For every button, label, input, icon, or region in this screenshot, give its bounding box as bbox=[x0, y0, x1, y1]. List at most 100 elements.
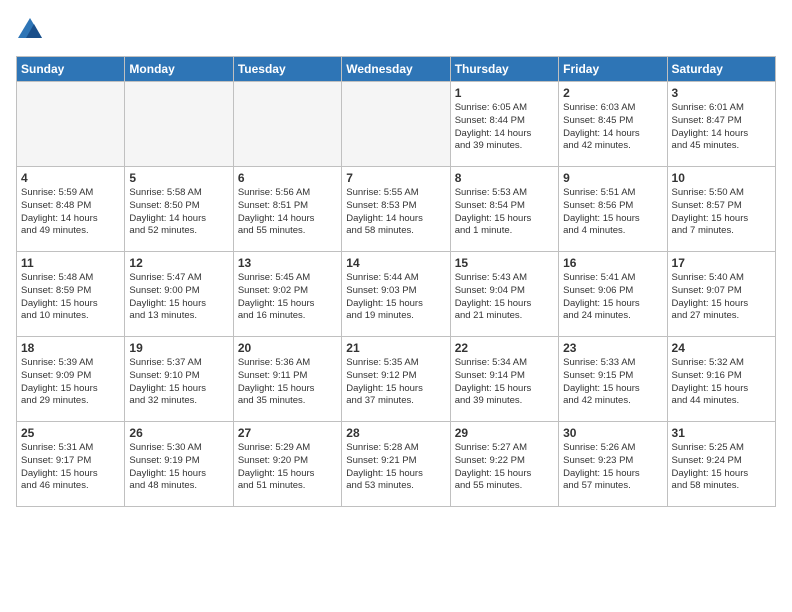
day-number: 13 bbox=[238, 256, 337, 270]
calendar-cell: 28Sunrise: 5:28 AM Sunset: 9:21 PM Dayli… bbox=[342, 422, 450, 507]
logo bbox=[16, 16, 48, 44]
calendar-cell: 13 Sunrise: 5:45 AM Sunset: 9:02 PM Dayli… bbox=[233, 252, 341, 337]
day-info: Sunrise: 5:25 AM Sunset: 9:24 PM Dayligh… bbox=[672, 442, 771, 493]
day-info: Sunrise: 6:05 AM Sunset: 8:44 PM Dayligh… bbox=[455, 102, 554, 153]
weekday-header-friday: Friday bbox=[559, 57, 667, 82]
calendar-cell: 1 Sunrise: 6:05 AM Sunset: 8:44 PM Daylig… bbox=[450, 82, 558, 167]
day-number: 4 bbox=[21, 171, 120, 185]
day-info: Sunrise: 5:39 AM Sunset: 9:09 PM Dayligh… bbox=[21, 357, 120, 408]
day-info: Sunrise: 5:41 AM Sunset: 9:06 PM Dayligh… bbox=[563, 272, 662, 323]
day-info: Sunrise: 5:36 AM Sunset: 9:11 PM Dayligh… bbox=[238, 357, 337, 408]
weekday-header-sunday: Sunday bbox=[17, 57, 125, 82]
day-info: Sunrise: 5:37 AM Sunset: 9:10 PM Dayligh… bbox=[129, 357, 228, 408]
calendar-cell: 29Sunrise: 5:27 AM Sunset: 9:22 PM Dayli… bbox=[450, 422, 558, 507]
calendar-cell: 19 Sunrise: 5:37 AM Sunset: 9:10 PM Dayli… bbox=[125, 337, 233, 422]
day-info: Sunrise: 5:50 AM Sunset: 8:57 PM Dayligh… bbox=[672, 187, 771, 238]
day-number: 5 bbox=[129, 171, 228, 185]
calendar-cell: 15 Sunrise: 5:43 AM Sunset: 9:04 PM Dayli… bbox=[450, 252, 558, 337]
day-info: Sunrise: 5:43 AM Sunset: 9:04 PM Dayligh… bbox=[455, 272, 554, 323]
calendar-cell: 12 Sunrise: 5:47 AM Sunset: 9:00 PM Dayli… bbox=[125, 252, 233, 337]
calendar-cell: 27Sunrise: 5:29 AM Sunset: 9:20 PM Dayli… bbox=[233, 422, 341, 507]
day-number: 16 bbox=[563, 256, 662, 270]
calendar-cell: 24Sunrise: 5:32 AM Sunset: 9:16 PM Dayli… bbox=[667, 337, 775, 422]
calendar-cell: 9 Sunrise: 5:51 AM Sunset: 8:56 PM Daylig… bbox=[559, 167, 667, 252]
day-number: 8 bbox=[455, 171, 554, 185]
calendar-cell: 11 Sunrise: 5:48 AM Sunset: 8:59 PM Dayli… bbox=[17, 252, 125, 337]
weekday-header-thursday: Thursday bbox=[450, 57, 558, 82]
day-info: Sunrise: 5:30 AM Sunset: 9:19 PM Dayligh… bbox=[129, 442, 228, 493]
day-info: Sunrise: 5:28 AM Sunset: 9:21 PM Dayligh… bbox=[346, 442, 445, 493]
calendar-cell: 30 Sunrise: 5:26 AM Sunset: 9:23 PM Dayli… bbox=[559, 422, 667, 507]
calendar-cell: 25 Sunrise: 5:31 AM Sunset: 9:17 PM Dayli… bbox=[17, 422, 125, 507]
calendar-week-2: 4Sunrise: 5:59 AM Sunset: 8:48 PM Daylig… bbox=[17, 167, 776, 252]
calendar-cell: 8Sunrise: 5:53 AM Sunset: 8:54 PM Daylig… bbox=[450, 167, 558, 252]
calendar-cell: 20 Sunrise: 5:36 AM Sunset: 9:11 PM Dayli… bbox=[233, 337, 341, 422]
calendar-cell: 7 Sunrise: 5:55 AM Sunset: 8:53 PM Daylig… bbox=[342, 167, 450, 252]
calendar-cell: 14 Sunrise: 5:44 AM Sunset: 9:03 PM Dayli… bbox=[342, 252, 450, 337]
day-number: 26 bbox=[129, 426, 228, 440]
calendar-cell: 2 Sunrise: 6:03 AM Sunset: 8:45 PM Daylig… bbox=[559, 82, 667, 167]
calendar-cell bbox=[17, 82, 125, 167]
calendar-cell: 26 Sunrise: 5:30 AM Sunset: 9:19 PM Dayli… bbox=[125, 422, 233, 507]
day-number: 21 bbox=[346, 341, 445, 355]
day-info: Sunrise: 6:01 AM Sunset: 8:47 PM Dayligh… bbox=[672, 102, 771, 153]
day-number: 31 bbox=[672, 426, 771, 440]
day-number: 15 bbox=[455, 256, 554, 270]
weekday-header-saturday: Saturday bbox=[667, 57, 775, 82]
day-number: 23 bbox=[563, 341, 662, 355]
day-number: 17 bbox=[672, 256, 771, 270]
calendar-week-3: 11 Sunrise: 5:48 AM Sunset: 8:59 PM Dayli… bbox=[17, 252, 776, 337]
day-number: 27 bbox=[238, 426, 337, 440]
day-info: Sunrise: 5:55 AM Sunset: 8:53 PM Dayligh… bbox=[346, 187, 445, 238]
day-number: 7 bbox=[346, 171, 445, 185]
calendar-table: SundayMondayTuesdayWednesdayThursdayFrid… bbox=[16, 56, 776, 507]
calendar-week-4: 18 Sunrise: 5:39 AM Sunset: 9:09 PM Dayli… bbox=[17, 337, 776, 422]
day-info: Sunrise: 5:35 AM Sunset: 9:12 PM Dayligh… bbox=[346, 357, 445, 408]
day-number: 25 bbox=[21, 426, 120, 440]
day-info: Sunrise: 5:26 AM Sunset: 9:23 PM Dayligh… bbox=[563, 442, 662, 493]
day-info: Sunrise: 5:51 AM Sunset: 8:56 PM Dayligh… bbox=[563, 187, 662, 238]
weekday-header-monday: Monday bbox=[125, 57, 233, 82]
calendar-cell: 4Sunrise: 5:59 AM Sunset: 8:48 PM Daylig… bbox=[17, 167, 125, 252]
day-number: 30 bbox=[563, 426, 662, 440]
weekday-header-tuesday: Tuesday bbox=[233, 57, 341, 82]
day-info: Sunrise: 5:33 AM Sunset: 9:15 PM Dayligh… bbox=[563, 357, 662, 408]
day-info: Sunrise: 6:03 AM Sunset: 8:45 PM Dayligh… bbox=[563, 102, 662, 153]
day-number: 20 bbox=[238, 341, 337, 355]
day-number: 9 bbox=[563, 171, 662, 185]
day-number: 18 bbox=[21, 341, 120, 355]
day-number: 12 bbox=[129, 256, 228, 270]
day-number: 24 bbox=[672, 341, 771, 355]
day-number: 1 bbox=[455, 86, 554, 100]
calendar-cell: 23 Sunrise: 5:33 AM Sunset: 9:15 PM Dayli… bbox=[559, 337, 667, 422]
calendar-cell bbox=[125, 82, 233, 167]
calendar-cell: 10Sunrise: 5:50 AM Sunset: 8:57 PM Dayli… bbox=[667, 167, 775, 252]
logo-icon bbox=[16, 16, 44, 44]
calendar-cell: 18 Sunrise: 5:39 AM Sunset: 9:09 PM Dayli… bbox=[17, 337, 125, 422]
day-number: 2 bbox=[563, 86, 662, 100]
day-info: Sunrise: 5:44 AM Sunset: 9:03 PM Dayligh… bbox=[346, 272, 445, 323]
day-info: Sunrise: 5:34 AM Sunset: 9:14 PM Dayligh… bbox=[455, 357, 554, 408]
calendar-cell: 21 Sunrise: 5:35 AM Sunset: 9:12 PM Dayli… bbox=[342, 337, 450, 422]
calendar-week-1: 1 Sunrise: 6:05 AM Sunset: 8:44 PM Daylig… bbox=[17, 82, 776, 167]
day-info: Sunrise: 5:31 AM Sunset: 9:17 PM Dayligh… bbox=[21, 442, 120, 493]
day-number: 14 bbox=[346, 256, 445, 270]
calendar-week-5: 25 Sunrise: 5:31 AM Sunset: 9:17 PM Dayli… bbox=[17, 422, 776, 507]
day-number: 3 bbox=[672, 86, 771, 100]
day-info: Sunrise: 5:40 AM Sunset: 9:07 PM Dayligh… bbox=[672, 272, 771, 323]
weekday-header-row: SundayMondayTuesdayWednesdayThursdayFrid… bbox=[17, 57, 776, 82]
calendar-cell bbox=[233, 82, 341, 167]
page-header bbox=[16, 16, 776, 44]
calendar-cell: 6Sunrise: 5:56 AM Sunset: 8:51 PM Daylig… bbox=[233, 167, 341, 252]
day-number: 19 bbox=[129, 341, 228, 355]
day-info: Sunrise: 5:27 AM Sunset: 9:22 PM Dayligh… bbox=[455, 442, 554, 493]
calendar-cell: 3 Sunrise: 6:01 AM Sunset: 8:47 PM Daylig… bbox=[667, 82, 775, 167]
calendar-cell bbox=[342, 82, 450, 167]
day-info: Sunrise: 5:45 AM Sunset: 9:02 PM Dayligh… bbox=[238, 272, 337, 323]
calendar-cell: 22Sunrise: 5:34 AM Sunset: 9:14 PM Dayli… bbox=[450, 337, 558, 422]
day-info: Sunrise: 5:47 AM Sunset: 9:00 PM Dayligh… bbox=[129, 272, 228, 323]
day-number: 11 bbox=[21, 256, 120, 270]
day-info: Sunrise: 5:48 AM Sunset: 8:59 PM Dayligh… bbox=[21, 272, 120, 323]
calendar-cell: 31 Sunrise: 5:25 AM Sunset: 9:24 PM Dayli… bbox=[667, 422, 775, 507]
weekday-header-wednesday: Wednesday bbox=[342, 57, 450, 82]
